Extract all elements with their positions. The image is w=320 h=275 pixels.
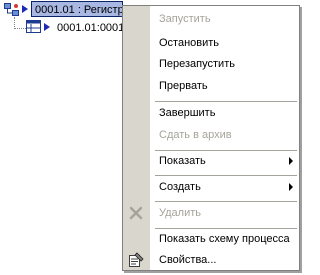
- menu-item-label: Прервать: [159, 80, 208, 92]
- menu-item-label: Перезапустить: [159, 58, 235, 70]
- delete-x-icon: [129, 206, 143, 220]
- menu-item-abort[interactable]: Прервать: [123, 76, 299, 96]
- menu-item-label: Показать: [159, 155, 206, 167]
- menu-item-finish[interactable]: Завершить: [123, 103, 299, 123]
- menu-item-restart[interactable]: Перезапустить: [123, 54, 299, 74]
- menu-item-show-process-diagram[interactable]: Показать схему процесса: [123, 229, 299, 249]
- menu-item-label: Создать: [159, 181, 201, 193]
- tree-node-root-label: 0001.01 : Регистрация: [35, 4, 122, 16]
- menu-item-stop[interactable]: Остановить: [123, 33, 299, 53]
- menu-item-label: Удалить: [159, 207, 201, 219]
- submenu-arrow-icon: [289, 183, 293, 191]
- menu-item-create[interactable]: Создать: [123, 177, 299, 197]
- menu-item-delete: Удалить: [123, 203, 299, 223]
- properties-icon: [129, 252, 144, 267]
- tree-node-child-label: 0001.01:0001: [57, 22, 123, 34]
- menu-item-label: Завершить: [159, 107, 216, 119]
- menu-item-label: Сдать в архив: [159, 129, 232, 141]
- menu-item-label: Показать схему процесса: [159, 233, 290, 245]
- run-state-icon: [44, 23, 50, 31]
- menu-separator: [155, 175, 297, 176]
- tree-node-root[interactable]: 0001.01 : Регистрация: [31, 1, 123, 17]
- menu-item-label: Свойства...: [159, 254, 217, 266]
- process-group-icon[interactable]: [4, 3, 20, 17]
- menu-item-label: Остановить: [159, 37, 220, 49]
- tree-connector: [14, 28, 26, 29]
- menu-separator: [155, 101, 297, 102]
- submenu-arrow-icon: [289, 157, 293, 165]
- menu-item-show[interactable]: Показать: [123, 151, 299, 171]
- context-menu: Запустить Остановить Перезапустить Прерв…: [122, 5, 300, 271]
- menu-separator: [155, 201, 297, 202]
- menu-item-label: Запустить: [159, 13, 211, 25]
- menu-item-properties[interactable]: Свойства...: [123, 250, 299, 270]
- process-instance-icon[interactable]: [26, 20, 42, 34]
- tree-node-child[interactable]: 0001.01:0001: [57, 20, 123, 36]
- run-state-icon: [22, 5, 28, 13]
- menu-item-start: Запустить: [123, 9, 299, 29]
- menu-item-archive: Сдать в архив: [123, 125, 299, 145]
